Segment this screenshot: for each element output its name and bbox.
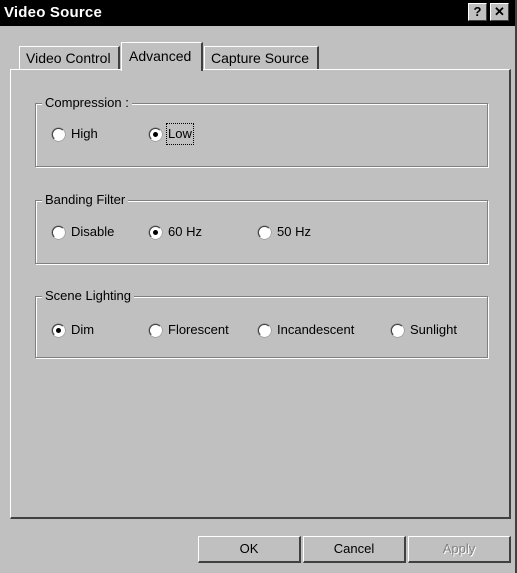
title-bar[interactable]: Video Source ? ✕: [0, 0, 515, 26]
radio-circle: [52, 226, 65, 239]
lighting-sunlight-radio[interactable]: Sunlight: [391, 321, 476, 339]
help-button[interactable]: ?: [468, 3, 487, 21]
tab-video-control[interactable]: Video Control: [19, 46, 120, 70]
cancel-button[interactable]: Cancel: [303, 536, 406, 563]
banding-60hz-radio[interactable]: 60 Hz: [149, 223, 219, 241]
banding-disable-radio[interactable]: Disable: [52, 223, 132, 241]
apply-button[interactable]: Apply: [408, 536, 511, 563]
compression-legend: Compression :: [42, 95, 132, 110]
tab-advanced[interactable]: Advanced: [121, 42, 203, 71]
radio-circle: [391, 324, 404, 337]
scene-lighting-group: Scene Lighting Dim Florescent Incandesce…: [35, 288, 488, 358]
tab-panel-advanced: Compression : High Low Banding Filter Di…: [10, 69, 511, 519]
lighting-incandescent-radio[interactable]: Incandescent: [258, 321, 378, 339]
radio-label: Sunlight: [410, 322, 457, 337]
video-source-dialog: Video Source ? ✕ Video Control Advanced …: [0, 0, 517, 573]
tab-advanced-label: Advanced: [129, 48, 192, 64]
radio-circle: [258, 226, 271, 239]
compression-group: Compression : High Low: [35, 95, 488, 167]
window-title: Video Source: [4, 4, 102, 21]
radio-label: Incandescent: [277, 322, 355, 337]
radio-circle: [149, 324, 162, 337]
radio-circle: [149, 226, 162, 239]
radio-label: Low: [166, 123, 194, 145]
ok-button[interactable]: OK: [198, 536, 301, 563]
scene-lighting-legend: Scene Lighting: [42, 288, 135, 303]
banding-filter-group: Banding Filter Disable 60 Hz 50 Hz: [35, 192, 488, 264]
radio-label: Disable: [71, 224, 115, 239]
compression-high-radio[interactable]: High: [52, 125, 122, 143]
radio-selected-dot: [153, 230, 158, 235]
radio-label: Dim: [71, 322, 95, 337]
radio-circle: [52, 324, 65, 337]
lighting-florescent-radio[interactable]: Florescent: [149, 321, 249, 339]
radio-label: 60 Hz: [168, 224, 202, 239]
banding-50hz-radio[interactable]: 50 Hz: [258, 223, 328, 241]
radio-circle: [149, 128, 162, 141]
radio-selected-dot: [56, 328, 61, 333]
radio-circle: [258, 324, 271, 337]
tab-capture-source[interactable]: Capture Source: [204, 46, 319, 70]
radio-label: High: [71, 126, 98, 141]
banding-filter-legend: Banding Filter: [42, 192, 129, 207]
close-button[interactable]: ✕: [490, 3, 509, 21]
compression-low-radio[interactable]: Low: [149, 123, 209, 145]
radio-selected-dot: [153, 132, 158, 137]
lighting-dim-radio[interactable]: Dim: [52, 321, 122, 339]
radio-circle: [52, 128, 65, 141]
radio-label: Florescent: [168, 322, 229, 337]
radio-label: 50 Hz: [277, 224, 311, 239]
